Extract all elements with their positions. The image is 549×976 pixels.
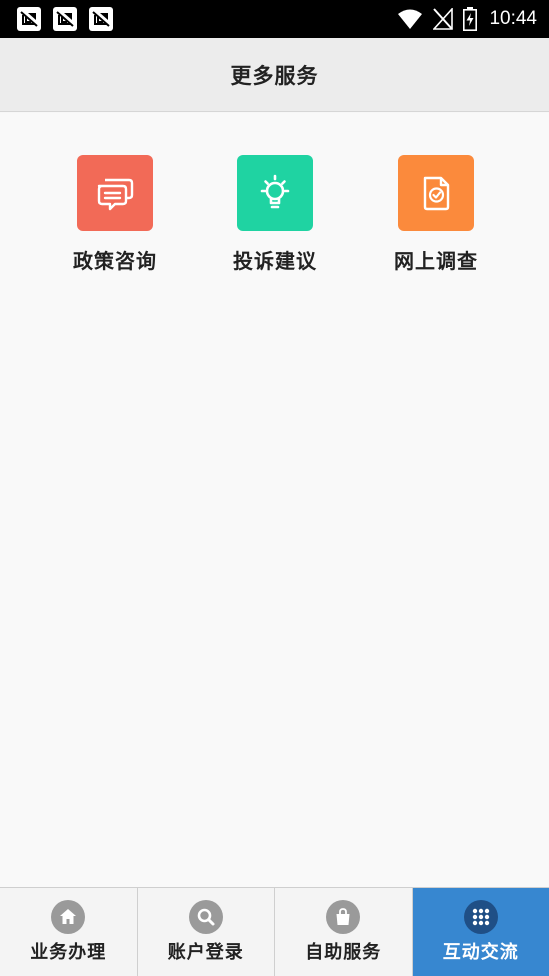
page-title: 更多服务 [230, 63, 319, 88]
battery-charging-icon [463, 7, 478, 31]
wifi-icon [397, 8, 423, 30]
service-label: 网上调查 [394, 249, 478, 273]
home-icon [51, 900, 86, 934]
notification-icon [89, 7, 113, 31]
app-header: 更多服务 [0, 38, 549, 112]
service-icon-tile [237, 155, 313, 231]
status-time: 10:44 [489, 8, 537, 29]
services-panel: 政策咨询 投诉建议 网上调查 [0, 113, 549, 887]
tab-business[interactable]: 业务办理 [0, 888, 138, 976]
grid-icon [463, 900, 498, 934]
service-label: 投诉建议 [233, 249, 317, 273]
status-bar: 10:44 [0, 0, 549, 38]
lightbulb-icon [253, 171, 297, 215]
tab-label: 互动交流 [442, 942, 519, 963]
tab-self-service[interactable]: 自助服务 [275, 888, 413, 976]
tab-account-login[interactable]: 账户登录 [138, 888, 275, 976]
survey-document-icon [414, 171, 458, 215]
search-icon [188, 900, 223, 934]
tab-interaction[interactable]: 互动交流 [412, 888, 549, 976]
tab-label: 自助服务 [305, 942, 382, 963]
service-icon-tile [398, 155, 474, 231]
tab-label: 业务办理 [30, 942, 107, 963]
notification-icon [53, 7, 77, 31]
no-signal-icon [433, 8, 454, 30]
notification-icon [17, 7, 41, 31]
service-online-survey[interactable]: 网上调查 [371, 155, 501, 285]
shopping-bag-icon [326, 900, 361, 934]
service-policy-consultation[interactable]: 政策咨询 [50, 155, 180, 285]
service-complaint-suggestion[interactable]: 投诉建议 [210, 155, 340, 285]
chat-bubbles-icon [93, 171, 137, 215]
service-label: 政策咨询 [73, 249, 157, 273]
tab-label: 账户登录 [167, 942, 244, 963]
bottom-tab-bar: 业务办理 账户登录 自助服务 互动交流 [0, 887, 549, 976]
service-icon-tile [77, 155, 153, 231]
